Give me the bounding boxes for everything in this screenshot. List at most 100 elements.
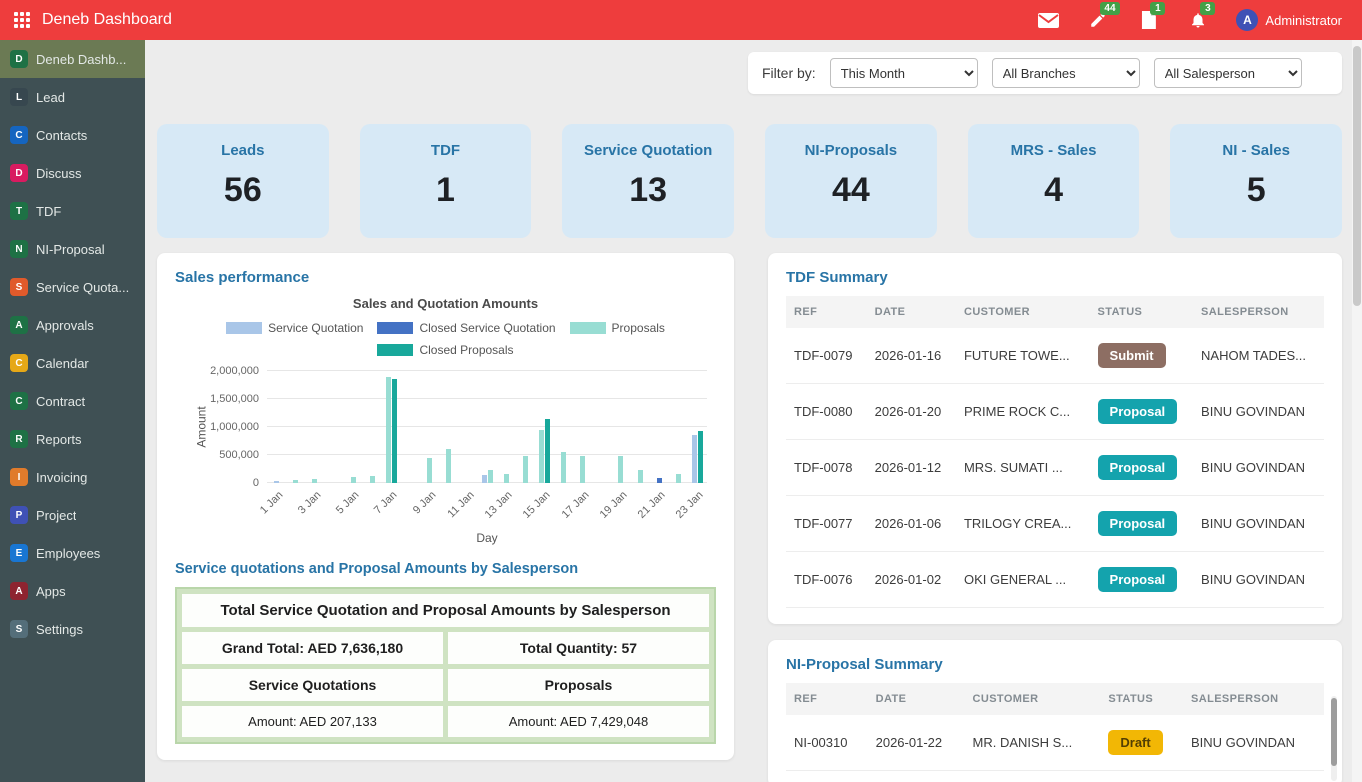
ni-proposal-icon: N [10, 240, 28, 258]
app-title: Deneb Dashboard [42, 11, 172, 29]
chart-bar [446, 449, 451, 483]
gridline [267, 398, 707, 399]
cell-salesperson: BINU GOVINDAN [1193, 384, 1324, 440]
legend-item-closed-proposals[interactable]: Closed Proposals [377, 343, 513, 357]
mail-icon [1038, 13, 1059, 28]
kpi-label: Service Quotation [562, 142, 734, 159]
sidebar-item-label: Contract [36, 394, 85, 409]
sidebar-item-discuss[interactable]: DDiscuss [0, 154, 145, 192]
legend-item-closed-service-quotation[interactable]: Closed Service Quotation [377, 321, 555, 335]
column-header-ref: REF [786, 296, 867, 328]
sidebar-item-lead[interactable]: LLead [0, 78, 145, 116]
kpi-value: 44 [765, 171, 937, 210]
legend-item-proposals[interactable]: Proposals [570, 321, 665, 335]
tdf-row-tdf-0080[interactable]: TDF-00802026-01-20PRIME ROCK C...Proposa… [786, 384, 1324, 440]
cell-customer: PRIME ROCK C... [956, 384, 1090, 440]
column-header-salesperson: SALESPERSON [1193, 296, 1324, 328]
y-tick-label: 1,000,000 [210, 421, 259, 433]
documents-count-badge: 1 [1150, 2, 1165, 15]
ni-proposal-row-ni-00310[interactable]: NI-003102026-01-22MR. DANISH S...DraftBI… [786, 715, 1324, 771]
kpi-label: NI-Proposals [765, 142, 937, 159]
kpi-value: 13 [562, 171, 734, 210]
table-header-row: REFDATECUSTOMERSTATUSSALESPERSON [786, 296, 1324, 328]
sidebar-item-label: Calendar [36, 356, 89, 371]
legend-swatch [570, 322, 606, 334]
salesperson-select[interactable]: All Salesperson [1154, 58, 1302, 88]
sidebar-item-ni-proposal[interactable]: NNI-Proposal [0, 230, 145, 268]
chart-bar [698, 431, 703, 483]
chart-bar [488, 470, 493, 483]
sidebar-item-calendar[interactable]: CCalendar [0, 344, 145, 382]
tdf-row-tdf-0076[interactable]: TDF-00762026-01-02OKI GENERAL ...Proposa… [786, 552, 1324, 608]
x-tick-label: 11 Jan [445, 489, 476, 520]
legend-item-service-quotation[interactable]: Service Quotation [226, 321, 363, 335]
y-tick-label: 0 [253, 477, 259, 489]
cell-salesperson: BINU GOVINDAN [1193, 440, 1324, 496]
kpi-value: 4 [968, 171, 1140, 210]
proposals-header-cell: Proposals [448, 669, 709, 701]
legend-swatch [377, 322, 413, 334]
mail-button[interactable] [1036, 9, 1060, 31]
sidebar-item-contacts[interactable]: CContacts [0, 116, 145, 154]
sidebar-item-label: Deneb Dashb... [36, 52, 126, 67]
column-header-status: STATUS [1100, 683, 1183, 715]
tdf-row-tdf-0079[interactable]: TDF-00792026-01-16FUTURE TOWE...SubmitNA… [786, 328, 1324, 384]
status-badge: Submit [1098, 343, 1166, 368]
sidebar-item-reports[interactable]: RReports [0, 420, 145, 458]
chart-bar [692, 435, 697, 483]
sidebar-item-settings[interactable]: SSettings [0, 610, 145, 648]
sidebar-item-label: Settings [36, 622, 83, 637]
cell-date: 2026-01-06 [867, 496, 956, 552]
sidebar-item-service-quota[interactable]: SService Quota... [0, 268, 145, 306]
chart-bar [386, 377, 391, 483]
apps-grid-icon[interactable] [14, 12, 30, 28]
tdf-summary-heading: TDF Summary [786, 269, 1324, 286]
user-menu[interactable]: A Administrator [1236, 9, 1342, 31]
tdf-row-tdf-0077[interactable]: TDF-00772026-01-06TRILOGY CREA...Proposa… [786, 496, 1324, 552]
sales-chart: Amount 0500,0001,000,0001,500,0002,000,0… [267, 371, 707, 483]
chart-bar [545, 419, 550, 483]
sidebar-item-contract[interactable]: CContract [0, 382, 145, 420]
cell-date: 2026-01-16 [867, 328, 956, 384]
y-tick-label: 1,500,000 [210, 393, 259, 405]
notifications-button[interactable]: 3 [1186, 9, 1210, 31]
service-quotations-amount-cell: Amount: AED 207,133 [182, 706, 443, 737]
tdf-summary-panel: TDF Summary REFDATECUSTOMERSTATUSSALESPE… [768, 253, 1342, 624]
documents-button[interactable]: 1 [1136, 9, 1160, 31]
sidebar-item-invoicing[interactable]: I Invoicing [0, 458, 145, 496]
status-badge: Proposal [1098, 455, 1178, 480]
sidebar-item-label: Invoicing [36, 470, 87, 485]
compose-button[interactable]: 44 [1086, 9, 1110, 31]
cell-ref: NI-00310 [786, 715, 868, 771]
sidebar-item-project[interactable]: PProject [0, 496, 145, 534]
sidebar-item-deneb-dashb[interactable]: DDeneb Dashb... [0, 40, 145, 78]
table-scrollbar[interactable] [1331, 696, 1337, 781]
employees-icon: E [10, 544, 28, 562]
summary-table-title: Total Service Quotation and Proposal Amo… [182, 594, 709, 627]
sidebar-item-approvals[interactable]: AApprovals [0, 306, 145, 344]
kpi-card-ni-sales: NI - Sales5 [1170, 124, 1342, 238]
tdf-row-tdf-0078[interactable]: TDF-00782026-01-12MRS. SUMATI ...Proposa… [786, 440, 1324, 496]
cell-status: Proposal [1090, 384, 1194, 440]
sidebar-item-tdf[interactable]: TTDF [0, 192, 145, 230]
period-select[interactable]: This Month [830, 58, 978, 88]
page-scrollbar[interactable] [1352, 40, 1362, 782]
chart-x-axis-label: Day [267, 531, 707, 545]
cell-customer: OKI GENERAL ... [956, 552, 1090, 608]
branch-select[interactable]: All Branches [992, 58, 1140, 88]
invoicing-icon: I [10, 468, 28, 486]
chart-bar [427, 458, 432, 483]
sales-performance-heading: Sales performance [175, 269, 716, 286]
y-tick-label: 2,000,000 [210, 365, 259, 377]
cell-salesperson: BINU GOVINDAN [1193, 552, 1324, 608]
sidebar-item-apps[interactable]: AApps [0, 572, 145, 610]
legend-swatch [377, 344, 413, 356]
sidebar-item-employees[interactable]: EEmployees [0, 534, 145, 572]
table-scrollbar-thumb[interactable] [1331, 698, 1337, 766]
page-scrollbar-thumb[interactable] [1353, 46, 1361, 306]
x-tick-label: 19 Jan [598, 489, 630, 521]
y-tick-label: 500,000 [219, 449, 259, 461]
cell-ref: TDF-0076 [786, 552, 867, 608]
x-tick-label: 5 Jan [334, 489, 362, 517]
contacts-icon: C [10, 126, 28, 144]
